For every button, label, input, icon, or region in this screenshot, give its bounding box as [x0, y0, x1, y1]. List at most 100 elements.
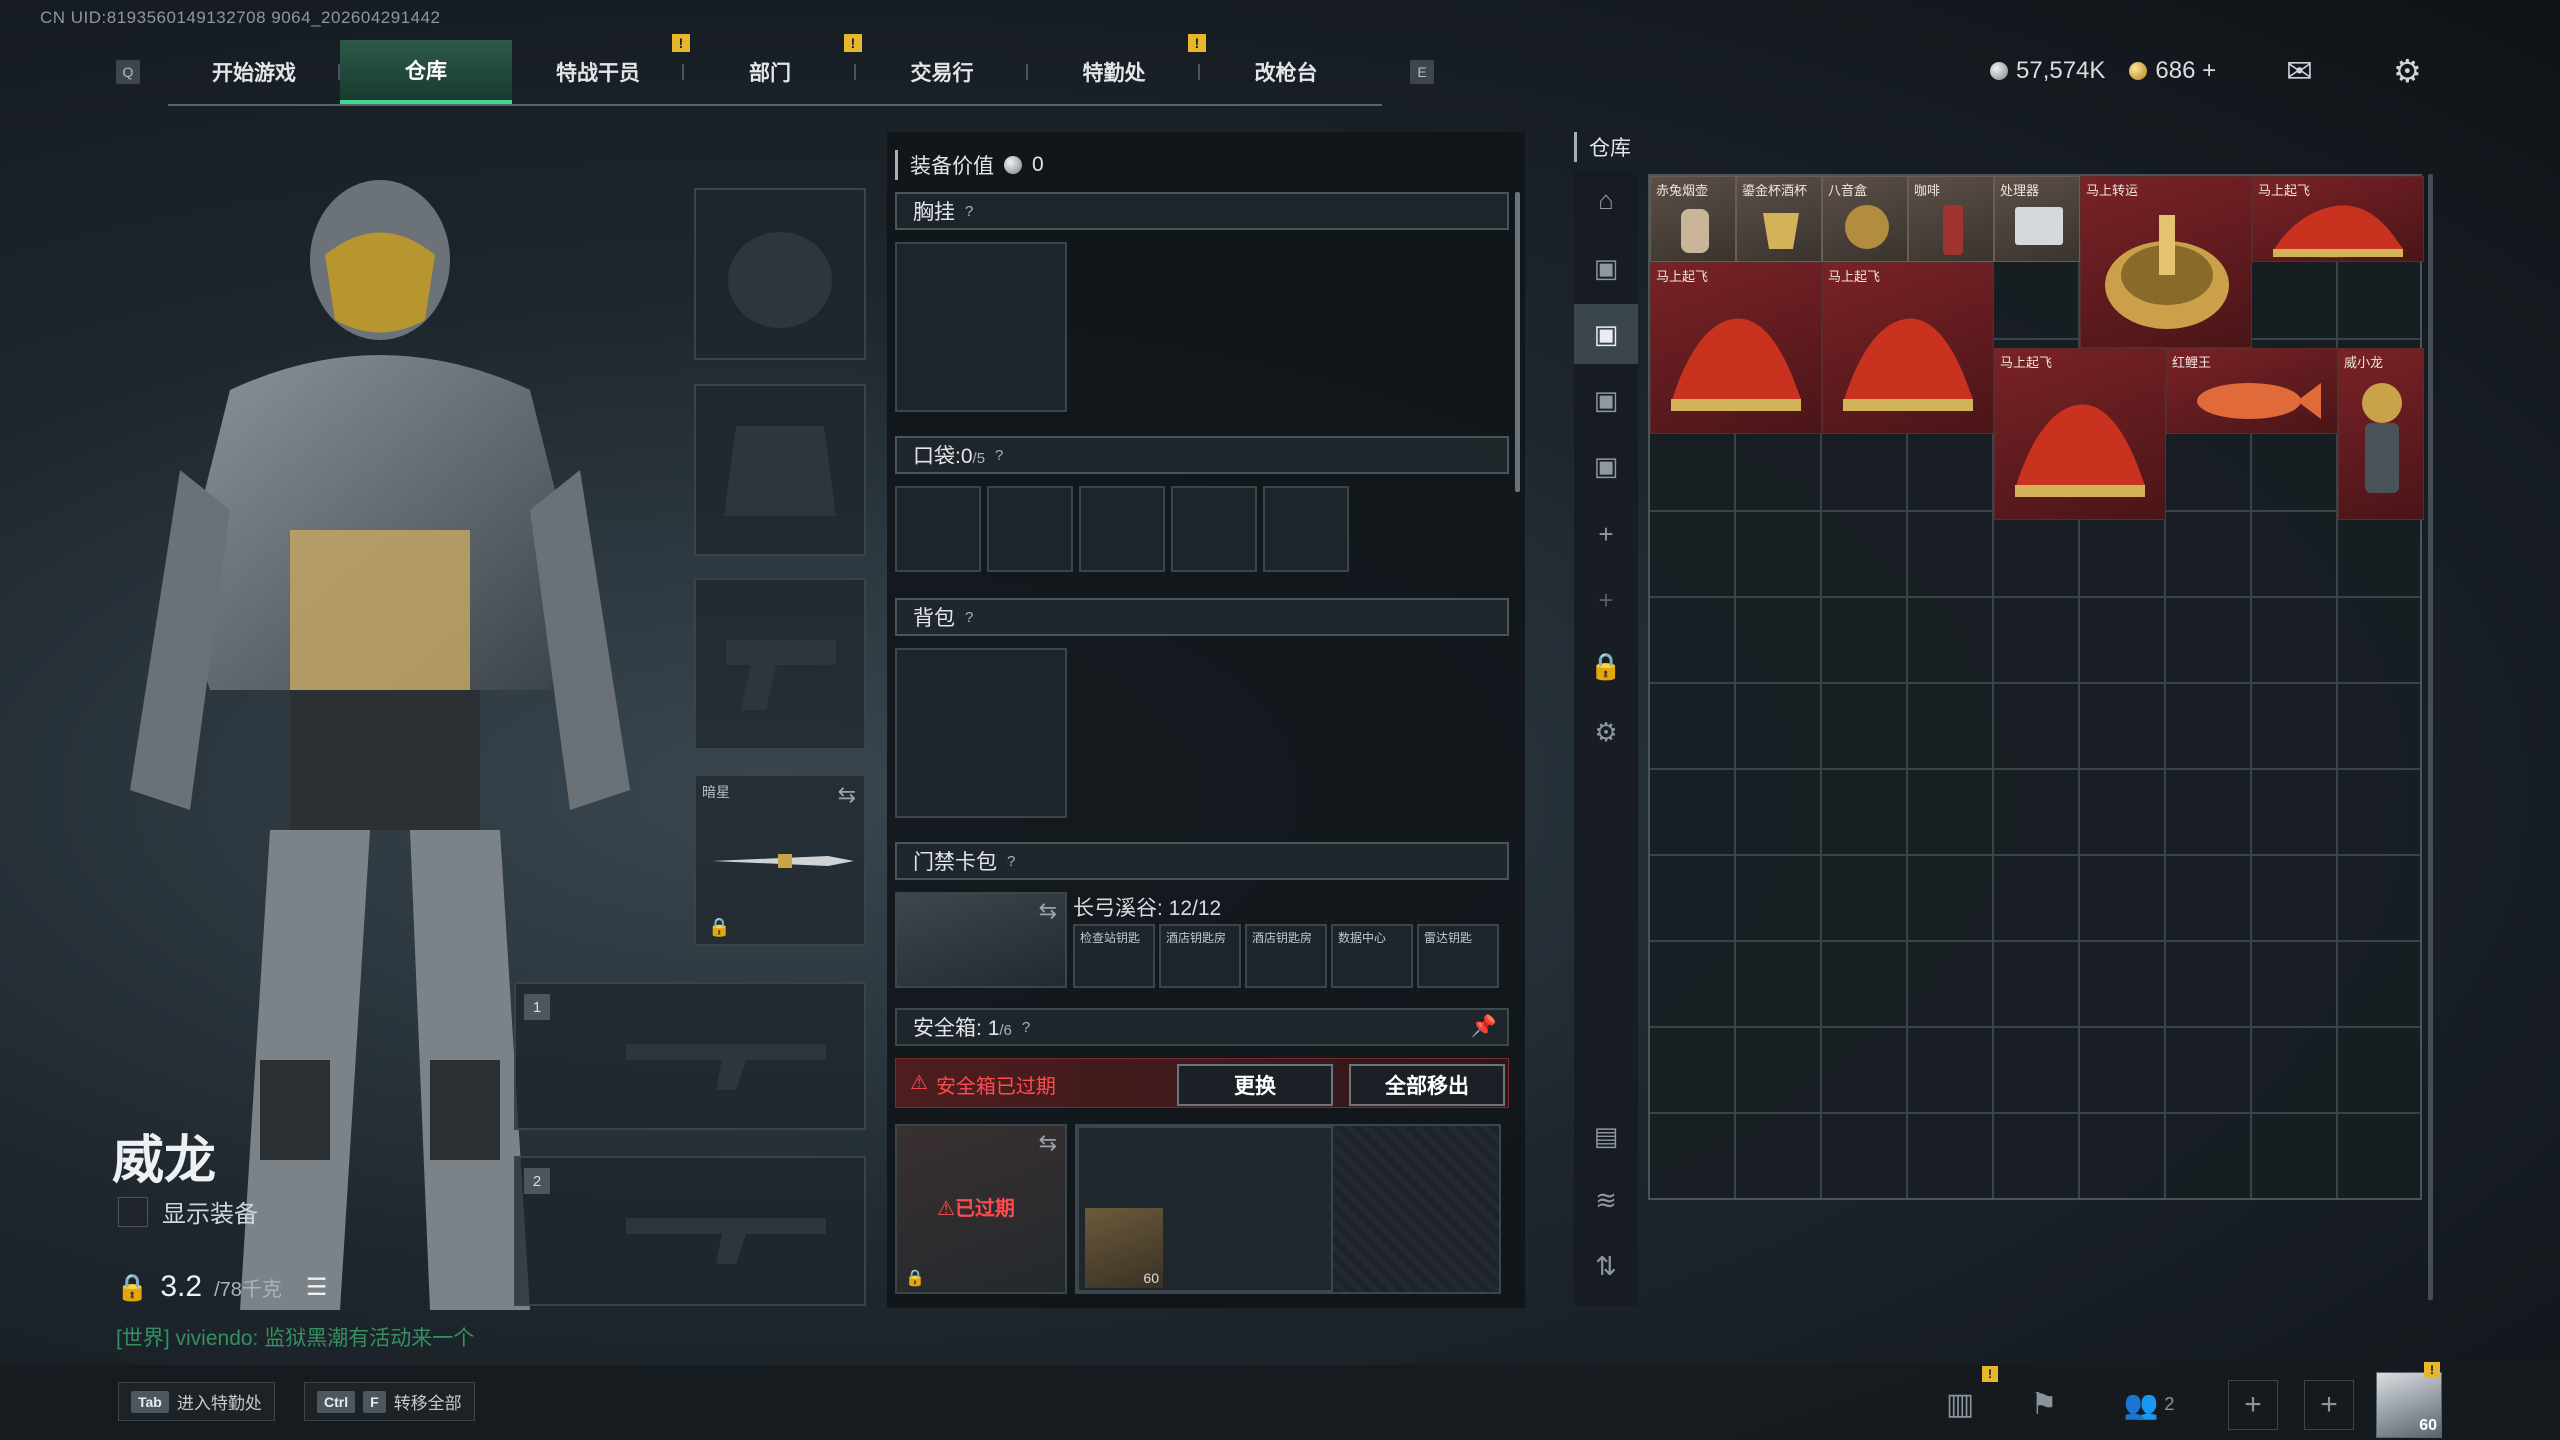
pocket-slot[interactable]: [895, 486, 981, 572]
pocket-header: 口袋:0/5?: [895, 436, 1509, 474]
gold-currency[interactable]: 686 +: [2129, 57, 2216, 85]
operator-name: 威龙: [112, 1132, 217, 1190]
enter-special-ops-hint[interactable]: Tab 进入特勤处: [118, 1382, 275, 1421]
flag-icon[interactable]: ⚑: [2020, 1380, 2068, 1428]
safebox-slot[interactable]: ⇆ ⚠已过期 🔒: [895, 1124, 1067, 1294]
tab-warehouse[interactable]: 仓库: [340, 40, 512, 104]
keycard-case-slot[interactable]: ⇆: [895, 892, 1067, 988]
tab-label: 开始游戏: [212, 62, 296, 85]
swap-icon[interactable]: ⇆: [1039, 898, 1057, 924]
help-icon[interactable]: ?: [1022, 1019, 1030, 1036]
stash-item[interactable]: 马上起飞: [1650, 262, 1822, 434]
replace-button[interactable]: 更换: [1177, 1064, 1333, 1106]
pin-icon[interactable]: 📌: [1471, 1015, 1497, 1039]
help-icon[interactable]: ?: [965, 609, 973, 626]
show-gear-toggle[interactable]: 显示装备: [118, 1194, 258, 1229]
add-page-icon[interactable]: +: [1574, 504, 1638, 564]
stash-item[interactable]: 威小龙: [2338, 348, 2424, 520]
tab-gunsmith[interactable]: 改枪台: [1200, 40, 1372, 104]
keycard-item[interactable]: 雷达钥匙: [1417, 924, 1499, 988]
add-gold-icon[interactable]: +: [2202, 57, 2216, 84]
pistol-slot[interactable]: [694, 578, 866, 750]
weight-indicator: 🔒 3.2/78千克 ☰: [116, 1270, 327, 1304]
swap-icon[interactable]: ⇆: [1039, 1130, 1057, 1156]
settings-gear-icon[interactable]: ⚙: [2393, 52, 2422, 90]
gear-value-label: 装备价值: [910, 155, 994, 178]
stash-item[interactable]: 马上转运: [2080, 176, 2252, 348]
safebox-grid: 60: [1075, 1124, 1501, 1294]
prev-tab-key[interactable]: Q: [116, 60, 140, 84]
pocket-slot[interactable]: [1171, 486, 1257, 572]
pocket-slot[interactable]: [1263, 486, 1349, 572]
weight-max: /78千克: [214, 1278, 282, 1301]
pocket-slot[interactable]: [1079, 486, 1165, 572]
warning-icon: ⚠: [937, 1198, 955, 1220]
gear-value: 0: [1032, 153, 1044, 176]
notification-badge: !: [2424, 1362, 2440, 1378]
transfer-all-hint[interactable]: Ctrl F 转移全部: [304, 1382, 475, 1421]
stash-item[interactable]: 咖啡: [1908, 176, 1994, 262]
friends-icon[interactable]: 👥 2: [2114, 1380, 2184, 1428]
tab-department[interactable]: 部门!: [684, 34, 862, 104]
tab-special-ops[interactable]: 特勤处!: [1028, 34, 1206, 104]
pocket-slot[interactable]: [987, 486, 1073, 572]
stash-page-2-icon[interactable]: ▣: [1574, 304, 1638, 364]
keycard-item[interactable]: 酒店钥匙房: [1245, 924, 1327, 988]
melee-slot[interactable]: 暗星 ⇆ 🔒: [694, 774, 866, 946]
avatar[interactable]: 60: [2376, 1372, 2442, 1438]
panel-scrollbar[interactable]: [1515, 192, 1520, 492]
stash-item[interactable]: 赤兔烟壶: [1650, 176, 1736, 262]
add-slot-icon[interactable]: +: [2228, 1380, 2278, 1430]
key-tab: Tab: [131, 1390, 169, 1413]
stash-home-icon[interactable]: ⌂: [1574, 170, 1638, 230]
lock-icon[interactable]: 🔒: [1574, 636, 1638, 696]
sort-icon[interactable]: ⇅: [1574, 1236, 1638, 1296]
world-chat-line[interactable]: [世界] viviendo: 监狱黑潮有活动来一个: [116, 1322, 474, 1352]
stash-item[interactable]: 红鲤王: [2166, 348, 2338, 434]
keycard-item[interactable]: 检查站钥匙: [1073, 924, 1155, 988]
stash-item[interactable]: 八音盒: [1822, 176, 1908, 262]
main-nav: 开始游戏 仓库 特战干员! 部门! 交易行 特勤处! 改枪台: [168, 34, 1382, 106]
remove-all-button[interactable]: 全部移出: [1349, 1064, 1505, 1106]
helmet-slot[interactable]: [694, 188, 866, 360]
add-slot-icon[interactable]: +: [2304, 1380, 2354, 1430]
stash-item[interactable]: 处理器: [1994, 176, 2080, 262]
swap-icon[interactable]: ⇆: [838, 782, 856, 808]
secondary-weapon-slot[interactable]: 2: [514, 1156, 866, 1306]
layers-icon[interactable]: ≋: [1574, 1170, 1638, 1230]
primary-weapon-slot[interactable]: 1: [514, 982, 866, 1130]
help-icon[interactable]: ?: [995, 447, 1003, 464]
stash-scrollbar[interactable]: [2428, 174, 2433, 1300]
list-icon[interactable]: ☰: [306, 1273, 328, 1302]
keycard-item[interactable]: 酒店钥匙房: [1159, 924, 1241, 988]
item-count: 60: [1143, 1270, 1159, 1286]
tab-trade[interactable]: 交易行: [856, 40, 1028, 104]
tab-label: 部门: [749, 62, 791, 85]
stash-item[interactable]: 马上起飞: [2252, 176, 2424, 262]
stash-item[interactable]: 马上起飞: [1994, 348, 2166, 520]
collection-icon[interactable]: ▤: [1574, 1106, 1638, 1166]
armor-slot[interactable]: [694, 384, 866, 556]
keycard-item[interactable]: 数据中心: [1331, 924, 1413, 988]
safebox-item[interactable]: 60: [1085, 1208, 1163, 1288]
help-icon[interactable]: ?: [965, 203, 973, 220]
player-level: 60: [2419, 1417, 2437, 1434]
backpack-slot[interactable]: [895, 648, 1067, 818]
show-gear-checkbox[interactable]: [118, 1196, 148, 1227]
weapon-slot-number: 2: [524, 1168, 550, 1194]
stats-chart-icon[interactable]: ▥: [1936, 1380, 1984, 1428]
next-tab-key[interactable]: E: [1410, 60, 1434, 84]
mail-icon[interactable]: ✉: [2286, 52, 2313, 90]
stash-item[interactable]: 鎏金杯酒杯: [1736, 176, 1822, 262]
tab-operators[interactable]: 特战干员!: [512, 34, 690, 104]
stash-item[interactable]: 马上起飞: [1822, 262, 1994, 434]
keycard-header: 门禁卡包?: [895, 842, 1509, 880]
stash-settings-gear-icon[interactable]: ⚙: [1574, 702, 1638, 762]
tab-label: 改枪台: [1254, 62, 1318, 85]
stash-page-3-icon[interactable]: ▣: [1574, 370, 1638, 430]
help-icon[interactable]: ?: [1007, 853, 1015, 870]
stash-page-4-icon[interactable]: ▣: [1574, 436, 1638, 496]
chest-rig-slot[interactable]: [895, 242, 1067, 412]
stash-page-1-icon[interactable]: ▣: [1574, 238, 1638, 298]
tab-start-game[interactable]: 开始游戏: [168, 40, 340, 104]
